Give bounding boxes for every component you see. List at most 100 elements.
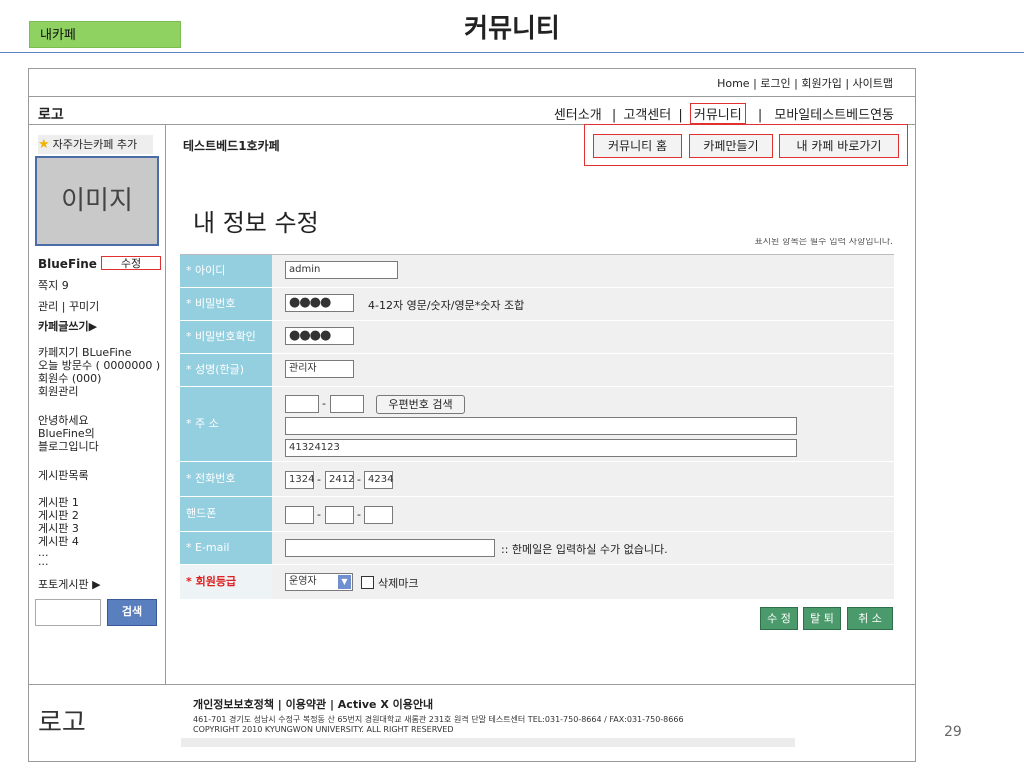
cafe-info: 카페지기 BLueFine 오늘 방문수 ( 0000000 ) 회원수 (00… [38, 346, 160, 398]
zip-search-button[interactable]: 우편번호 검색 [376, 395, 465, 414]
sidebar-divider [165, 124, 166, 684]
phone-dash: - [357, 473, 361, 486]
mobile-input-2[interactable] [325, 506, 354, 524]
profile-image-placeholder: 이미지 [35, 156, 159, 246]
footer-logo: 로고 [38, 708, 86, 738]
mobile-dash: - [357, 508, 361, 521]
email-input[interactable] [285, 539, 495, 557]
delete-mark-label: 삭제마크 [378, 577, 419, 590]
footer-address-block: 461-701 경기도 성남시 수정구 복정동 산 65번지 경원대학교 새롬관… [193, 715, 684, 735]
password-confirm-row: ●●●● [272, 321, 894, 353]
password-confirm-input[interactable]: ●●●● [285, 327, 354, 345]
favorite-label: 자주가는카페 추가 [52, 138, 138, 151]
sidebar-search-button[interactable]: 검색 [107, 599, 157, 626]
footer-links[interactable]: 개인정보보호정책 | 이용약관 | Active X 이용안내 [193, 696, 433, 712]
header-divider [28, 96, 916, 97]
board-list-title: 게시판목록 [38, 469, 89, 482]
nav-center-intro[interactable]: 센터소개 [554, 104, 602, 123]
phone-input-2[interactable]: 2412 [325, 471, 354, 489]
cafe-owner: 카페지기 BLueFine [38, 346, 132, 359]
nav-community[interactable]: 커뮤니티 [689, 103, 746, 124]
zip-code-input-1[interactable] [285, 395, 319, 413]
phone-dash: - [317, 473, 321, 486]
cafe-name: 테스트베드1호카페 [183, 139, 280, 153]
member-grade-row: 운영자 ▼ 삭제마크 [272, 565, 894, 599]
member-grade-select[interactable]: 운영자 ▼ [285, 573, 353, 591]
id-input[interactable]: admin [285, 261, 398, 279]
name-label: * 성명(한글) [180, 354, 272, 386]
cancel-button[interactable]: 취 소 [847, 607, 893, 630]
password-label: * 비밀번호 [180, 288, 272, 320]
sidebar-search-input[interactable] [35, 599, 101, 626]
zip-code-input-2[interactable] [330, 395, 364, 413]
id-row: admin [272, 255, 894, 287]
manage-decorate-links[interactable]: 관리 | 꾸미기 [38, 300, 99, 313]
footer-copyright: COPYRIGHT 2010 KYUNGWON UNIVERSITY. ALL … [193, 725, 454, 734]
footer-bar [181, 738, 795, 747]
go-my-cafe-button[interactable]: 내 카페 바로가기 [779, 134, 899, 158]
site-logo[interactable]: 로고 [38, 104, 64, 124]
password-hint: 4-12자 영문/숫자/영문*숫자 조합 [368, 299, 525, 312]
board-list: 게시판 1 게시판 2 게시판 3 게시판 4 ... ... [38, 496, 79, 568]
footer-address: 461-701 경기도 성남시 수정구 복정동 산 65번지 경원대학교 새롬관… [193, 715, 684, 724]
nav-customer-center[interactable]: 고객센터 [623, 104, 671, 123]
address-input[interactable] [285, 417, 797, 435]
phone-input-1[interactable]: 1324 [285, 471, 314, 489]
utility-links[interactable]: Home | 로그인 | 회원가입 | 사이트맵 [717, 75, 893, 91]
edit-profile-button[interactable]: 수정 [101, 256, 161, 270]
email-label: * E-mail [180, 532, 272, 564]
address-row: - 우편번호 검색 41324123 [272, 387, 894, 461]
delete-mark-checkbox[interactable] [361, 576, 374, 589]
phone-label: * 전화번호 [180, 462, 272, 496]
name-row: 관리자 [272, 354, 894, 386]
phone-input-3[interactable]: 4234 [364, 471, 393, 489]
footer-divider [28, 684, 916, 685]
greeting-line: 블로그입니다 [38, 440, 99, 453]
add-favorite-cafe-button[interactable]: ★ 자주가는카페 추가 [38, 135, 153, 154]
nav-separator: | [611, 108, 617, 123]
id-label: * 아이디 [180, 255, 272, 287]
name-input[interactable]: 관리자 [285, 360, 354, 378]
password-confirm-label: * 비밀번호확인 [180, 321, 272, 353]
messages-link[interactable]: 쪽지 9 [38, 279, 69, 292]
slide-page-number: 29 [944, 724, 962, 740]
title-divider [0, 52, 1024, 53]
cafe-write-link[interactable]: 카페글쓰기▶ [38, 320, 97, 333]
greeting-line: 안녕하세요 [38, 414, 89, 427]
board-item: ... [38, 555, 49, 568]
nav-separator: | [757, 108, 763, 123]
mobile-input-3[interactable] [364, 506, 393, 524]
zip-dash: - [322, 397, 326, 410]
chevron-down-icon: ▼ [338, 575, 351, 589]
mobile-dash: - [317, 508, 321, 521]
board-item[interactable]: 게시판 2 [38, 509, 79, 522]
password-input[interactable]: ●●●● [285, 294, 354, 312]
today-visits: 오늘 방문수 ( 0000000 ) [38, 359, 161, 372]
board-item[interactable]: 게시판 1 [38, 496, 79, 509]
page-title: 내 정보 수정 [193, 209, 319, 237]
withdraw-button[interactable]: 탈 퇴 [803, 607, 841, 630]
community-home-button[interactable]: 커뮤니티 홈 [593, 134, 682, 158]
save-edit-button[interactable]: 수 정 [760, 607, 798, 630]
nav-mobile-testbed[interactable]: 모바일테스트베드연동 [774, 104, 894, 123]
mobile-input-1[interactable] [285, 506, 314, 524]
nav-separator: | [678, 108, 683, 123]
required-notice: 표시된 항목은 필수 입력 사항입니다. [754, 238, 893, 247]
main-nav: 센터소개 | 고객센터 | 커뮤니티 | 모바일테스트베드연동 [554, 103, 894, 124]
username: BlueFine [38, 257, 97, 271]
email-row: :: 한메일은 입력하실 수가 없습니다. [272, 532, 894, 564]
phone-row: 1324 - 2412 - 4234 [272, 462, 894, 496]
member-manage-link[interactable]: 회원관리 [38, 385, 160, 398]
member-grade-label: * 회원등급 [180, 565, 272, 599]
address-detail-input[interactable]: 41324123 [285, 439, 797, 457]
member-grade-value: 운영자 [289, 576, 317, 587]
board-item[interactable]: 게시판 3 [38, 522, 79, 535]
slide-title: 커뮤니티 [464, 14, 560, 44]
greeting-line: BlueFine의 [38, 427, 95, 440]
create-cafe-button[interactable]: 카페만들기 [689, 134, 773, 158]
photo-board-link[interactable]: 포토게시판 ▶ [38, 578, 101, 591]
star-icon: ★ [38, 137, 50, 152]
password-row: ●●●● 4-12자 영문/숫자/영문*숫자 조합 [272, 288, 894, 320]
greeting: 안녕하세요 BlueFine의 블로그입니다 [38, 414, 99, 453]
mobile-label: 핸드폰 [180, 497, 272, 531]
